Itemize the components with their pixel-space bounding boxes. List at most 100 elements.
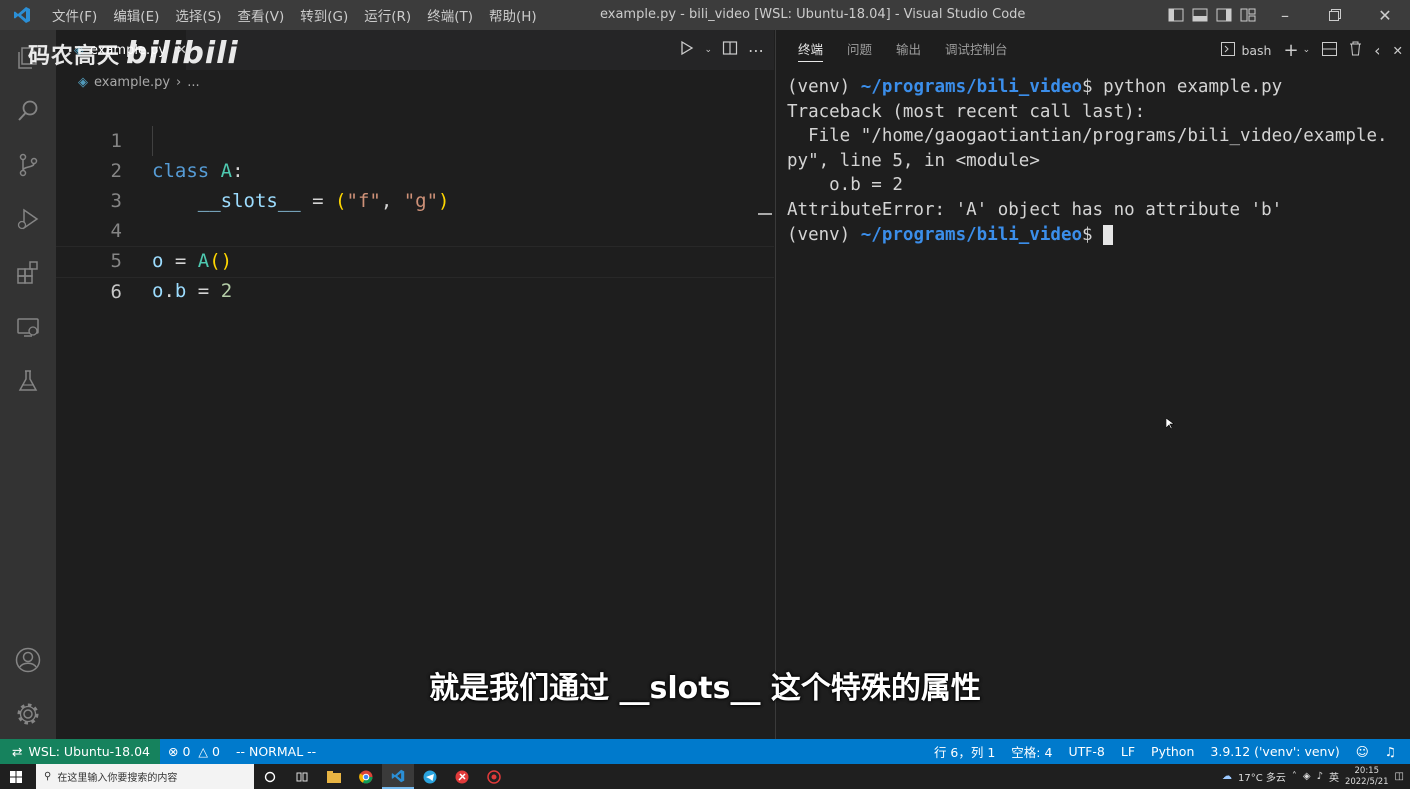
toggle-sidebar-icon[interactable]: [1164, 0, 1188, 30]
toggle-panel-icon[interactable]: [1188, 0, 1212, 30]
cortana-icon[interactable]: [254, 764, 286, 789]
minimize-button[interactable]: –: [1260, 0, 1310, 30]
end-of-line[interactable]: LF: [1113, 739, 1143, 764]
vscode-taskbar-icon[interactable]: [382, 764, 414, 789]
menu-file[interactable]: 文件(F): [44, 5, 105, 25]
menu-go[interactable]: 转到(G): [292, 5, 356, 25]
close-window-button[interactable]: ✕: [1360, 0, 1410, 30]
editor-actions: ⌄ ⋯: [680, 30, 764, 70]
split-editor-icon[interactable]: [722, 40, 738, 60]
tab-output[interactable]: 输出: [884, 30, 933, 70]
indentation[interactable]: 空格: 4: [1003, 739, 1060, 764]
restore-button[interactable]: [1310, 0, 1360, 30]
language-mode[interactable]: Python: [1143, 739, 1202, 764]
code-line: 2 __slots__ = ("f", "g"): [56, 126, 774, 212]
token-number: 2: [220, 280, 233, 302]
app-red-icon[interactable]: [446, 764, 478, 789]
weather-icon: ☁: [1221, 771, 1232, 782]
window-controls: – ✕: [1164, 0, 1410, 30]
network-icon[interactable]: ◈: [1303, 771, 1311, 782]
file-explorer-icon[interactable]: [318, 764, 350, 789]
menu-terminal[interactable]: 终端(T): [419, 5, 481, 25]
run-debug-icon[interactable]: [0, 192, 56, 246]
app-record-icon[interactable]: [478, 764, 510, 789]
tab-debug-console[interactable]: 调试控制台: [933, 30, 1020, 70]
chrome-icon[interactable]: [350, 764, 382, 789]
tab-terminal[interactable]: 终端: [786, 30, 835, 70]
testing-icon[interactable]: [0, 354, 56, 408]
watermark: 码农高天 bilibili: [28, 36, 239, 71]
panel-actions: bash + ⌄ ‹ ✕: [1221, 30, 1403, 70]
prompt-symbol: $: [1082, 224, 1104, 245]
tab-problems[interactable]: 问题: [835, 30, 884, 70]
new-terminal-icon[interactable]: +: [1283, 40, 1298, 61]
editor-group: ◈ example.py ✕ ⌄ ⋯ ◈ example.py › ... 1 …: [56, 30, 774, 739]
terminal-line: (venv) ~/programs/bili_video$ python exa…: [787, 75, 1407, 100]
system-tray: ☁ 17°C 多云 ˄ ◈ ♪ 英 20:15 2022/5/21 ◫: [1222, 764, 1404, 789]
more-actions-icon[interactable]: ⋯: [748, 41, 764, 60]
chevron-down-icon[interactable]: ⌄: [1303, 45, 1311, 55]
breadcrumb-symbols[interactable]: ...: [187, 75, 199, 90]
vscode-logo-icon: [0, 0, 44, 30]
clock-date: 2022/5/21: [1344, 776, 1389, 787]
chevron-down-icon[interactable]: ⌄: [704, 45, 712, 55]
taskbar-clock[interactable]: 20:15 2022/5/21: [1345, 766, 1389, 788]
problems-status[interactable]: ⊗ 0 △ 0: [160, 739, 228, 764]
cursor-position[interactable]: 行 6，列 1: [926, 739, 1003, 764]
extensions-icon[interactable]: [0, 246, 56, 300]
ime-indicator[interactable]: 英: [1329, 769, 1339, 784]
remote-explorer-icon[interactable]: [0, 300, 56, 354]
terminal-panel: 终端 问题 输出 调试控制台 bash + ⌄ ‹ ✕ (venv) ~/pro…: [775, 30, 1410, 739]
window-title: example.py - bili_video [WSL: Ubuntu-18.…: [600, 7, 1026, 22]
windows-start-icon[interactable]: [0, 764, 32, 789]
terminal-line: Traceback (most recent call last):: [787, 101, 1146, 122]
weather-text[interactable]: 17°C 多云: [1238, 769, 1286, 784]
volume-icon[interactable]: ♪: [1317, 771, 1323, 782]
breadcrumb-file[interactable]: example.py: [94, 75, 170, 90]
vim-mode: -- NORMAL --: [236, 744, 317, 759]
indent-guide: [152, 126, 153, 156]
split-terminal-icon[interactable]: [1322, 41, 1338, 59]
taskbar-search-input[interactable]: ⚲ 在这里输入你要搜索的内容: [36, 764, 254, 789]
remote-indicator[interactable]: ⇄ WSL: Ubuntu-18.04: [0, 739, 160, 764]
code-area[interactable]: 1 class A: 2 __slots__ = ("f", "g") 3 4 …: [56, 96, 774, 303]
terminal-line: py", line 5, in <module>: [787, 150, 1040, 171]
token-operator: =: [186, 280, 221, 302]
menu-selection[interactable]: 选择(S): [167, 5, 229, 25]
menu-view[interactable]: 查看(V): [230, 5, 293, 25]
menu-help[interactable]: 帮助(H): [481, 5, 545, 25]
tray-chevron-up-icon[interactable]: ˄: [1292, 771, 1297, 782]
terminal-line: AttributeError: 'A' object has no attrib…: [787, 199, 1283, 220]
search-icon: ⚲: [44, 771, 52, 782]
overview-ruler-mark: [758, 213, 772, 215]
encoding[interactable]: UTF-8: [1060, 739, 1112, 764]
token-variable: o: [152, 280, 164, 302]
menu-edit[interactable]: 编辑(E): [105, 5, 167, 25]
video-subtitle: 就是我们通过 __slots__ 这个特殊的属性: [429, 671, 981, 706]
title-bar: 文件(F) 编辑(E) 选择(S) 查看(V) 转到(G) 运行(R) 终端(T…: [0, 0, 1410, 30]
terminal-output[interactable]: (venv) ~/programs/bili_video$ python exa…: [787, 75, 1407, 247]
customize-layout-icon[interactable]: [1236, 0, 1260, 30]
venv-label: (venv): [787, 224, 861, 245]
notification-center-icon[interactable]: ◫: [1395, 771, 1404, 782]
search-icon[interactable]: [0, 84, 56, 138]
python-file-icon: ◈: [78, 74, 88, 90]
source-control-icon[interactable]: [0, 138, 56, 192]
toggle-secondary-sidebar-icon[interactable]: [1212, 0, 1236, 30]
telegram-icon[interactable]: [414, 764, 446, 789]
remote-icon: ⇄: [12, 744, 23, 759]
token-attribute: b: [174, 280, 187, 302]
python-interpreter[interactable]: 3.9.12 ('venv': venv): [1202, 739, 1347, 764]
chevron-left-icon[interactable]: ‹: [1374, 41, 1380, 60]
run-file-icon[interactable]: [680, 40, 694, 60]
close-panel-icon[interactable]: ✕: [1393, 43, 1403, 58]
menu-run[interactable]: 运行(R): [356, 5, 419, 25]
terminal-line: o.b = 2: [787, 175, 903, 196]
terminal-shell-selector[interactable]: bash: [1221, 41, 1271, 59]
terminal-icon: [1221, 41, 1236, 59]
feedback-icon[interactable]: ☺: [1348, 739, 1377, 764]
status-bar: ⇄ WSL: Ubuntu-18.04 ⊗ 0 △ 0 -- NORMAL -- 行…: [0, 739, 1410, 764]
task-view-icon[interactable]: [286, 764, 318, 789]
notifications-bell-icon[interactable]: ♫: [1377, 739, 1404, 764]
trash-icon[interactable]: [1349, 41, 1362, 59]
